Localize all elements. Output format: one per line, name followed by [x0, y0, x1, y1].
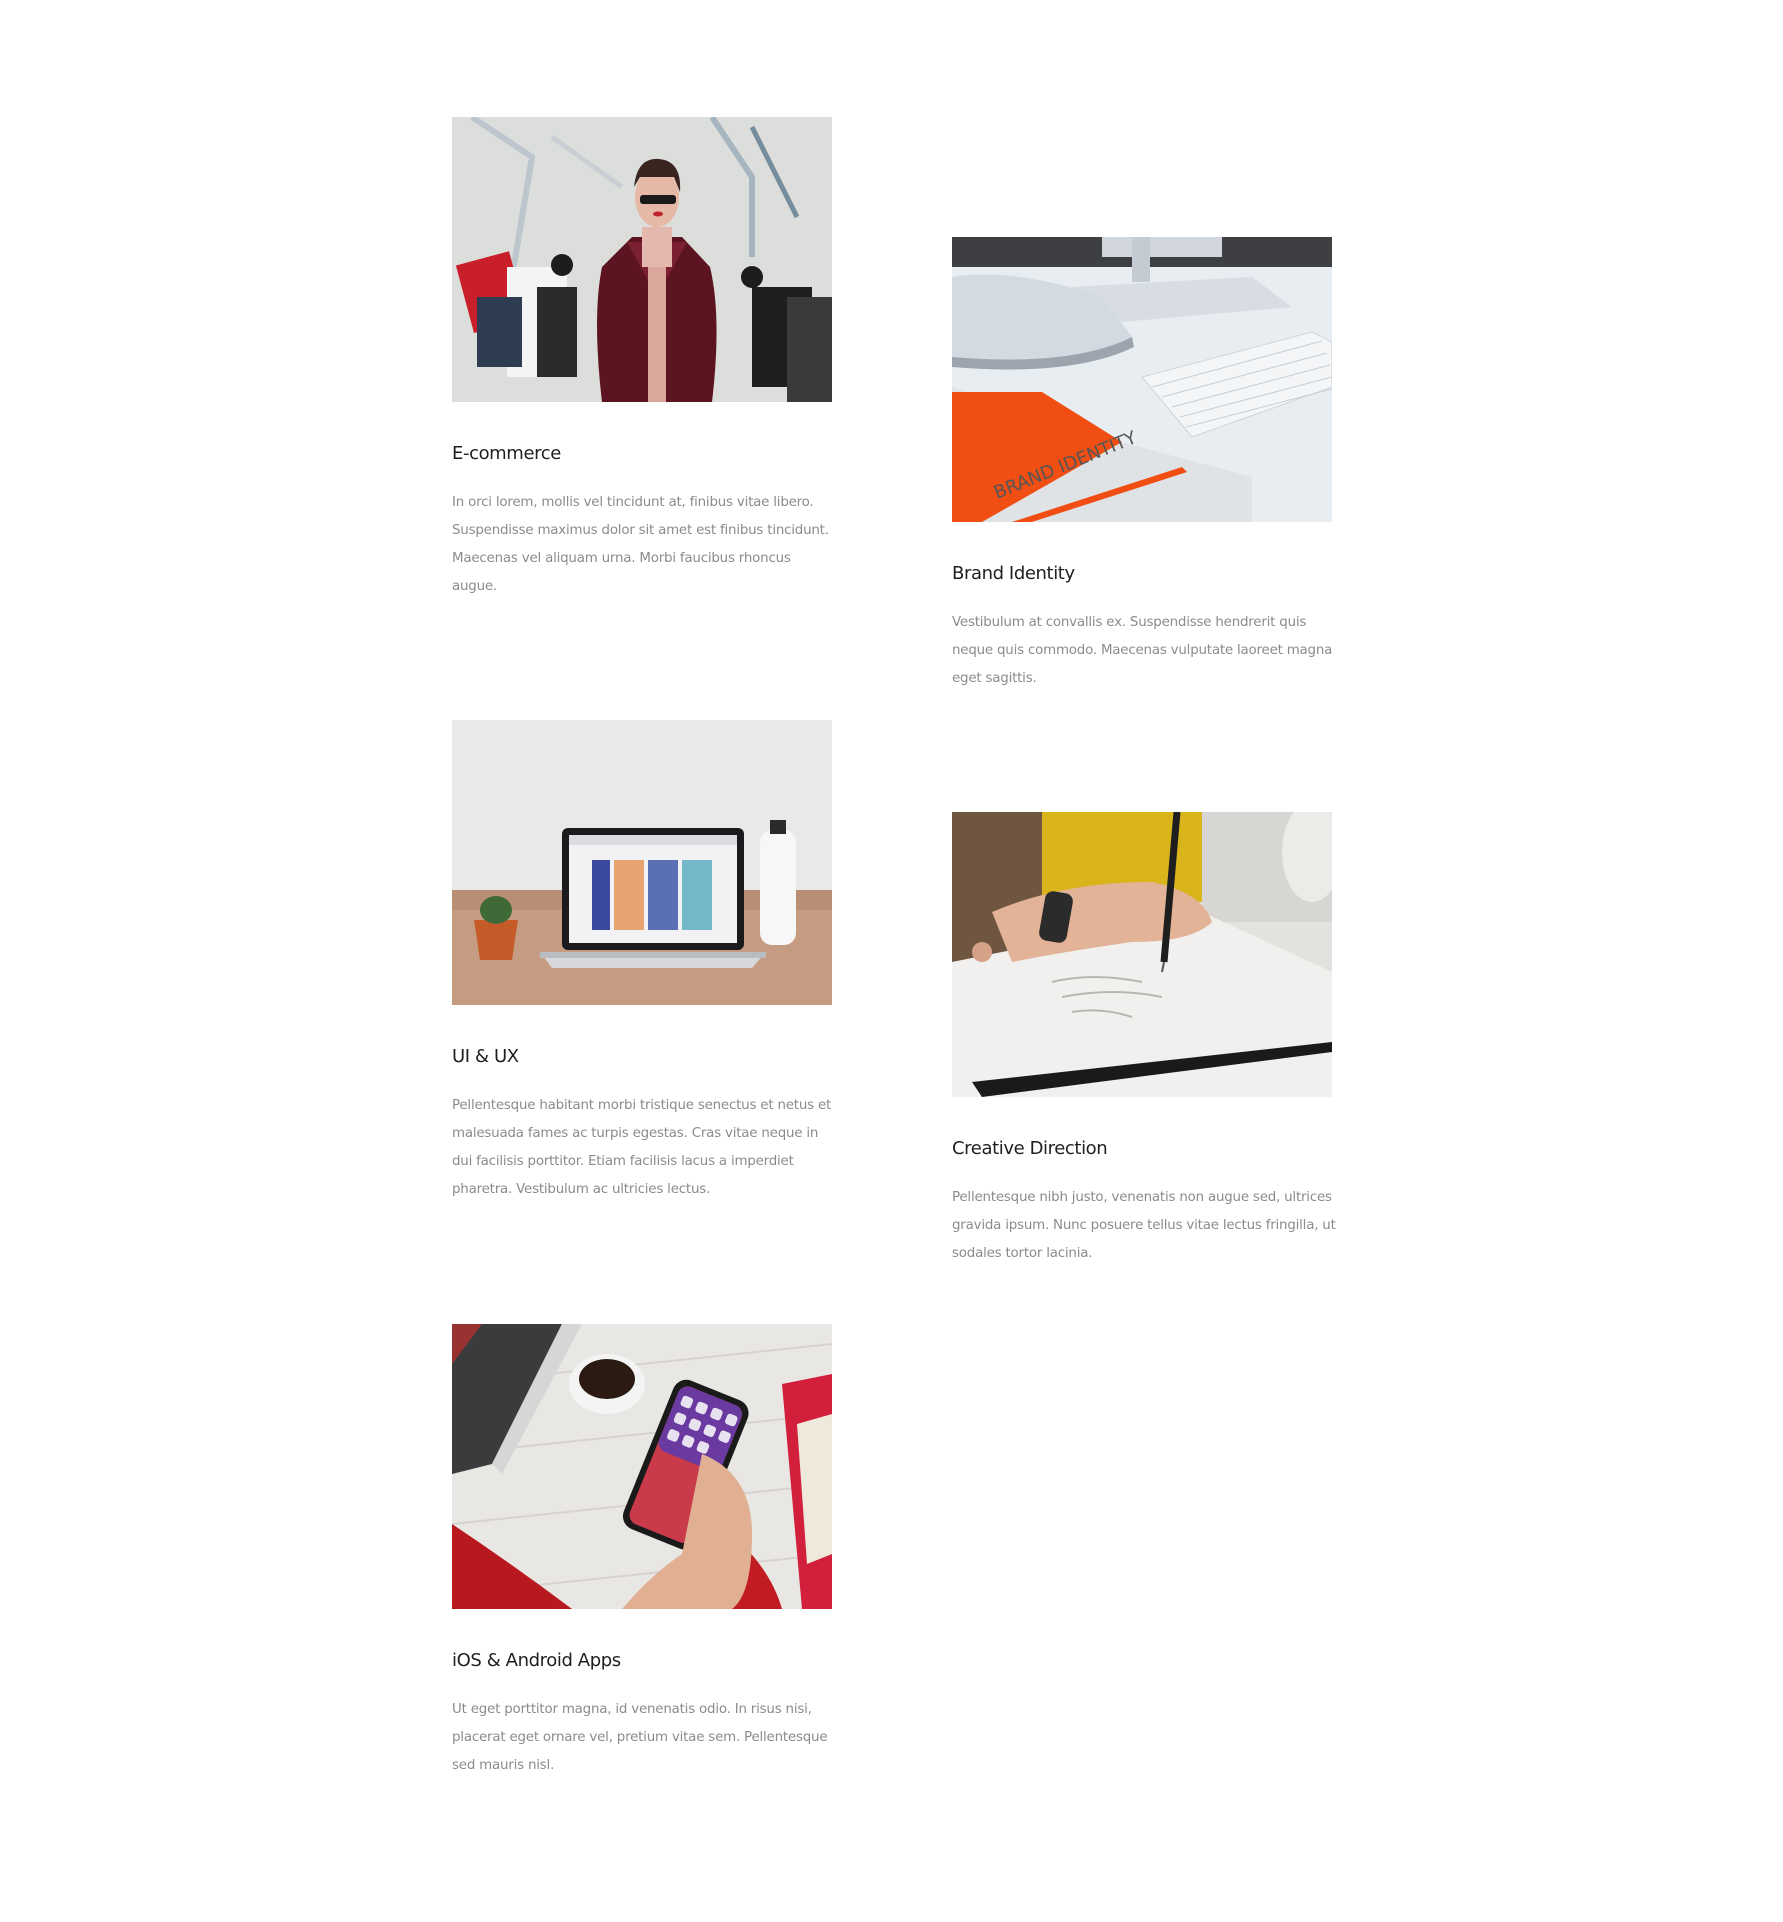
project-description: Pellentesque nibh justo, venenatis non a… — [952, 1190, 1336, 1261]
project-title[interactable]: Creative Direction — [952, 1138, 1108, 1159]
hand-holding-smartphone-photo — [452, 1324, 832, 1609]
project-card-ecommerce: E-commerce In orci lorem, mollis vel tin… — [452, 117, 832, 594]
project-description: Vestibulum at convallis ex. Suspendisse … — [952, 615, 1333, 686]
desk-keyboard-brand-book-photo: BRAND IDENTITY — [952, 237, 1332, 522]
project-title[interactable]: E-commerce — [452, 443, 561, 464]
project-title[interactable]: UI & UX — [452, 1046, 519, 1067]
project-image-ecommerce[interactable] — [452, 117, 832, 402]
woman-with-shopping-bags-photo — [452, 117, 832, 402]
project-card-brand-identity: BRAND IDENTITY Brand Identity Vestibulum… — [952, 237, 1332, 686]
project-title[interactable]: iOS & Android Apps — [452, 1650, 621, 1671]
project-title[interactable]: Brand Identity — [952, 563, 1075, 584]
project-image-creative-direction[interactable] — [952, 812, 1332, 1097]
hand-sketching-photo — [952, 812, 1332, 1097]
project-card-ios-android-apps: iOS & Android Apps Ut eget porttitor mag… — [452, 1324, 832, 1773]
project-description: In orci lorem, mollis vel tincidunt at, … — [452, 495, 829, 594]
project-card-ui-ux: UI & UX Pellentesque habitant morbi tris… — [452, 720, 832, 1197]
project-description: Pellentesque habitant morbi tristique se… — [452, 1098, 832, 1197]
project-image-ui-ux[interactable] — [452, 720, 832, 1005]
project-description: Ut eget porttitor magna, id venenatis od… — [452, 1702, 828, 1773]
project-card-creative-direction: Creative Direction Pellentesque nibh jus… — [952, 812, 1336, 1261]
project-image-ios-android-apps[interactable] — [452, 1324, 832, 1609]
laptop-on-desk-photo — [452, 720, 832, 1005]
project-image-brand-identity[interactable]: BRAND IDENTITY — [952, 237, 1332, 522]
